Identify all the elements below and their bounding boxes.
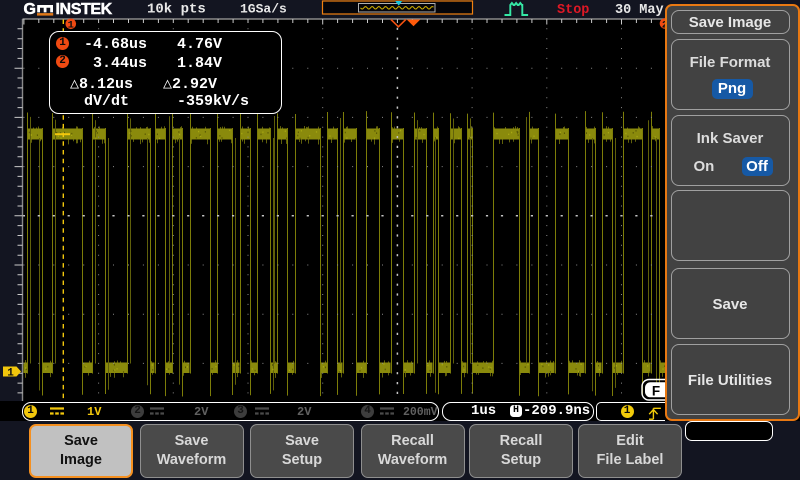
svg-text:Stop: Stop: [557, 3, 589, 18]
svg-text:INSTEK: INSTEK: [56, 1, 113, 18]
svg-text:G: G: [24, 1, 36, 18]
svg-text:10k pts: 10k pts: [147, 2, 206, 18]
svg-text:F: F: [652, 383, 660, 398]
svg-text:1: 1: [68, 20, 74, 32]
svg-text:30 May: 30 May: [615, 3, 664, 18]
svg-text:1GSa/s: 1GSa/s: [240, 2, 287, 17]
svg-text:1: 1: [7, 368, 14, 380]
